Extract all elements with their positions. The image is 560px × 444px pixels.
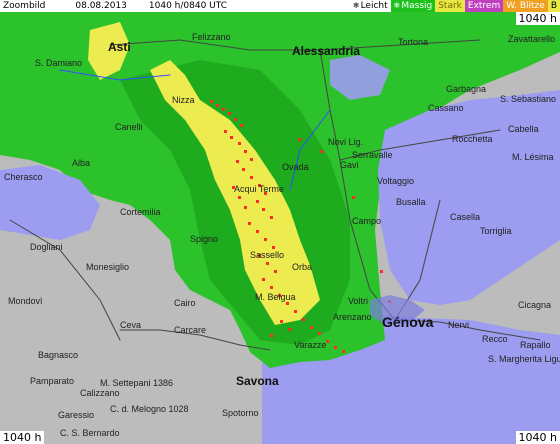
place-label-cairo: Cairo (174, 298, 196, 308)
header-date: 08.08.2013 (75, 1, 127, 11)
place-label-spotorno: Spotorno (222, 408, 259, 418)
place-label-felizzano: Felizzano (192, 32, 231, 42)
place-label-calizzano: Calizzano (80, 388, 120, 398)
legend-item-blitze: W. Blitze (503, 0, 548, 12)
place-label-arenzano: Arenzano (333, 312, 372, 322)
legend-item-massig: ❄ Massig (390, 0, 436, 12)
place-label-c-d-melogno: C. d. Melogno 1028 (110, 404, 189, 414)
place-label-s-damiano: S. Damiano (35, 58, 83, 68)
header-title: Zoombild (3, 1, 46, 11)
place-label-garbagna: Garbagna (446, 84, 487, 94)
place-label-m-settepani: M. Settepani 1386 (100, 378, 174, 388)
place-label-cicagna: Cicagna (518, 300, 552, 310)
place-label-alba: Alba (72, 158, 91, 168)
place-label-torriglia: Torriglia (480, 226, 512, 236)
place-label-garessio: Garessio (58, 410, 95, 420)
time-label-bottom-left: 1040 h (0, 431, 45, 444)
place-label-nizza: Nizza (172, 95, 195, 105)
place-label-genova: Génova (382, 314, 434, 330)
place-label-dogliani: Dogliani (30, 242, 63, 252)
header-time: 1040 h/0840 UTC (148, 1, 228, 11)
place-label-canelli: Canelli (115, 122, 143, 132)
place-label-monesiglio: Monesiglio (86, 262, 130, 272)
place-label-recco: Recco (482, 334, 508, 344)
place-label-cassano: Cassano (428, 103, 464, 113)
place-label-cherasco: Cherasco (4, 172, 43, 182)
place-label-voltri: Voltri (348, 296, 369, 306)
place-label-s-sebastiano: S. Sebastiano (500, 94, 557, 104)
place-label-rocchetta: Rocchetta (452, 134, 493, 144)
radar-map-view: Asti Alessandria Tortona Zavattarello S.… (0, 0, 560, 444)
place-label-alessandria: Alessandria (292, 44, 361, 58)
header-bar: Zoombild 08.08.2013 1040 h/0840 UTC ❄ Lei… (0, 0, 560, 12)
legend-item-extrem: Extrem (464, 0, 504, 12)
place-label-pamparato: Pamparato (30, 376, 75, 386)
place-label-voltaggio: Voltaggio (377, 176, 415, 186)
place-label-c-s-bernardo: C. S. Bernardo (60, 428, 120, 438)
place-label-savona: Savona (236, 374, 279, 388)
place-label-cabella: Cabella (508, 124, 539, 134)
place-label-m-beigua: M. Beigua (255, 292, 296, 302)
place-label-serravalle: Serravalle (352, 150, 393, 160)
place-label-rapallo: Rapallo (520, 340, 551, 350)
time-label-top-right: 1040 h (515, 12, 560, 25)
place-label-tortona: Tortona (398, 37, 429, 47)
place-label-s-margherita: S. Margherita Ligure (488, 354, 560, 364)
place-label-nervi: Nervi (448, 320, 470, 330)
place-label-mondovi: Mondovì (8, 296, 43, 306)
radar-map[interactable] (0, 0, 560, 444)
time-label-bottom-right: 1040 h (515, 431, 560, 444)
place-label-novi-lig: Novi Lig. (328, 137, 364, 147)
snowflake-icon: ❄ (352, 1, 360, 10)
place-label-orba: Orba (292, 262, 313, 272)
legend-item-b: B (547, 0, 560, 12)
place-label-ovada: Ovada (282, 162, 309, 172)
place-label-acqui-terme: Acqui Terme (234, 184, 284, 194)
place-label-varazze: Varazze (294, 340, 327, 350)
intensity-legend: ❄ Leicht ❄ Massig Stark Extrem W. Blitze B (349, 0, 560, 12)
place-label-asti: Asti (108, 40, 131, 54)
legend-item-leicht: ❄ Leicht (349, 0, 391, 12)
snowflake-icon: ❄ (393, 1, 401, 10)
place-label-casella: Casella (450, 212, 481, 222)
place-label-busalla: Busalla (396, 197, 426, 207)
place-label-cortemilia: Cortemilia (120, 207, 161, 217)
place-label-gavi: Gavi (340, 160, 359, 170)
place-label-zavattarello: Zavattarello (508, 34, 556, 44)
place-label-carcare: Carcare (174, 325, 207, 335)
place-label-ceva: Ceva (120, 320, 142, 330)
place-label-spigno: Spigno (190, 234, 219, 244)
place-label-sassello: Sassello (250, 250, 285, 260)
place-label-campo: Campo (352, 216, 382, 226)
place-label-bagnasco: Bagnasco (38, 350, 79, 360)
legend-item-stark: Stark (435, 0, 465, 12)
place-label-m-lesima: M. Lésima (512, 152, 554, 162)
